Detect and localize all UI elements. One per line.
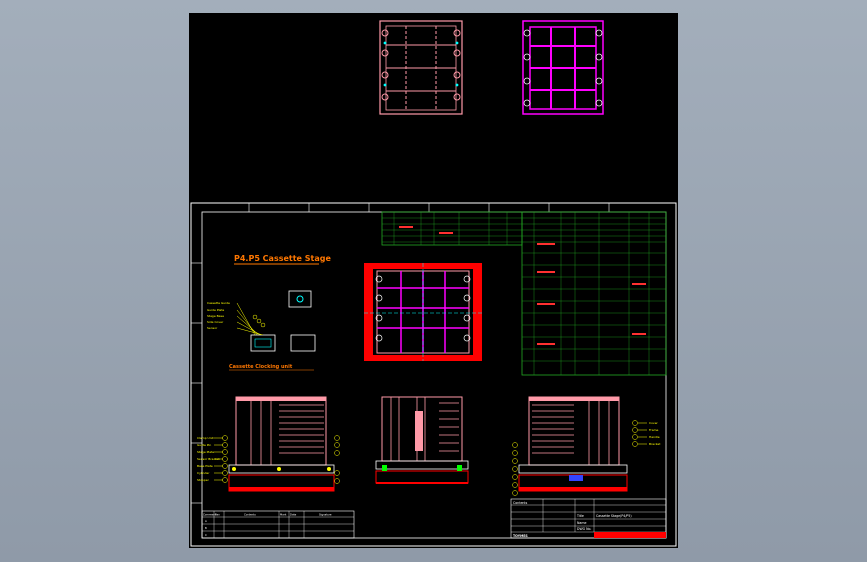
callout-lu-4: Sensor: [207, 326, 218, 330]
rev-header-0: Comment: [203, 513, 216, 517]
callout-lb-4: Base Plate: [197, 464, 213, 468]
callout-lb-5: Cylinder: [197, 471, 210, 475]
tb-rev-header: Contents: [513, 501, 528, 505]
tb-field-dwg: DWG No.: [577, 527, 591, 531]
callout-rb-3: Bracket: [649, 442, 661, 446]
main-plan-view: [364, 263, 482, 361]
rev-row-a: A: [205, 519, 207, 523]
callout-rb-0: Cover: [649, 421, 659, 425]
callout-lb-1: Guide Pin: [197, 443, 211, 447]
rev-header-4: Date: [290, 513, 297, 517]
front-view-left: [214, 396, 340, 492]
drawing-sheet: P4.P5 Cassette Stage Cassette Guide Guid…: [189, 13, 678, 548]
callout-rb-2: Handle: [649, 435, 660, 439]
clocking-unit-detail: [236, 290, 316, 352]
rev-header-3: Mark: [280, 513, 287, 517]
view-title: P4.P5 Cassette Stage: [234, 254, 331, 263]
callout-lu-1: Guide Plate: [207, 308, 224, 312]
cad-viewport[interactable]: P4.P5 Cassette Stage Cassette Guide Guid…: [0, 0, 867, 562]
side-view-center: [375, 396, 469, 484]
callout-lb-3: Sensor Bracket: [197, 457, 220, 461]
drawing-canvas: P4.P5 Cassette Stage Cassette Guide Guid…: [190, 20, 677, 547]
callout-lb-6: Stopper: [197, 478, 210, 482]
company-name: TOYMES: [513, 534, 528, 538]
tb-field-title: Title: [576, 514, 584, 518]
title-block: [510, 498, 667, 539]
rev-header-5: Signature: [319, 513, 332, 517]
callout-rb-1: Frame: [649, 428, 659, 432]
callout-lb-2: Stage Plate: [197, 450, 214, 454]
top-view-pink: [379, 20, 463, 115]
rev-header-1: Rev: [215, 513, 220, 517]
callout-lu-3: Side Cover: [207, 320, 224, 324]
rev-header-2: Contents: [244, 513, 256, 517]
tb-field-name: Name: [577, 521, 586, 525]
callout-lb-0: Clamp Unit: [197, 436, 214, 440]
top-view-magenta: [522, 20, 604, 115]
front-view-right: [512, 396, 647, 496]
sub-title: Cassette Clocking unit: [229, 364, 293, 370]
tb-drawing-name: Cassette Stage(P4/P5): [596, 514, 632, 518]
callout-lu-0: Cassette Guide: [207, 301, 230, 305]
rev-row-b: B: [205, 526, 207, 530]
rev-row-c: C: [205, 533, 207, 537]
callout-lu-2: Stage Base: [207, 314, 224, 318]
